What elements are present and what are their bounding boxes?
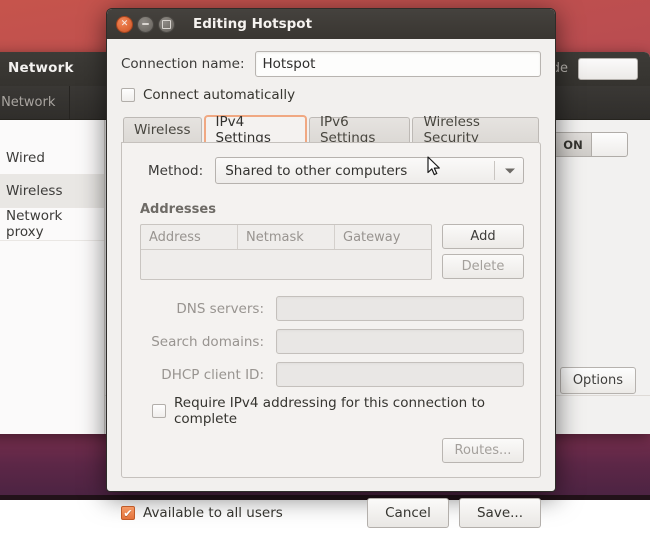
tab-ipv6-settings[interactable]: IPv6 Settings	[309, 117, 410, 142]
addresses-buttons: Add Delete	[442, 224, 524, 280]
wireless-power-toggle-on-label: ON	[555, 133, 592, 156]
network-sidebar: Wired Wireless Network proxy	[0, 120, 105, 434]
connection-name-row: Connection name:	[121, 51, 541, 77]
addresses-table[interactable]: Address Netmask Gateway	[140, 224, 432, 280]
routes-button-wrap: Routes...	[138, 438, 524, 463]
require-ipv4-checkbox[interactable]	[152, 404, 166, 418]
cancel-button[interactable]: Cancel	[367, 498, 449, 528]
require-ipv4-row[interactable]: Require IPv4 addressing for this connect…	[152, 395, 524, 427]
options-button[interactable]: Options	[560, 367, 636, 394]
maximize-icon[interactable]	[158, 16, 175, 33]
ipv4-settings-panel: Method: Shared to other computers Addres…	[121, 142, 541, 478]
column-header-gateway: Gateway	[335, 225, 431, 249]
method-label: Method:	[148, 163, 203, 179]
addresses-section-title: Addresses	[140, 202, 524, 217]
add-address-button[interactable]: Add	[442, 224, 524, 249]
dns-servers-input[interactable]	[276, 296, 524, 321]
dhcp-client-id-input[interactable]	[276, 362, 524, 387]
sidebar-item-wireless[interactable]: Wireless	[0, 175, 104, 208]
addresses-area: Address Netmask Gateway Add Delete	[138, 224, 524, 280]
connect-automatically-label: Connect automatically	[143, 87, 295, 103]
method-dropdown-value: Shared to other computers	[225, 163, 407, 179]
sidebar-item-wireless-label: Wireless	[6, 183, 63, 199]
tab-wireless[interactable]: Wireless	[123, 117, 202, 142]
available-to-all-users-row[interactable]: Available to all users	[121, 505, 283, 521]
dhcp-client-id-row: DHCP client ID:	[138, 362, 524, 387]
connect-automatically-row[interactable]: Connect automatically	[121, 87, 541, 103]
connection-name-label: Connection name:	[121, 56, 245, 72]
connect-automatically-checkbox[interactable]	[121, 88, 135, 102]
sidebar-item-wired[interactable]: Wired	[0, 142, 104, 175]
close-icon[interactable]: ✕	[116, 16, 133, 33]
tab-wireless-security[interactable]: Wireless Security	[412, 117, 539, 142]
method-dropdown[interactable]: Shared to other computers	[215, 157, 524, 184]
routes-button[interactable]: Routes...	[442, 438, 524, 463]
editing-hotspot-dialog[interactable]: ✕ Editing Hotspot Connection name: Conne…	[106, 8, 556, 492]
mode-switch[interactable]	[578, 58, 638, 80]
chevron-down-icon	[505, 168, 515, 173]
dns-servers-label: DNS servers:	[138, 301, 276, 317]
delete-address-button[interactable]: Delete	[442, 254, 524, 279]
dialog-titlebar[interactable]: ✕ Editing Hotspot	[107, 9, 555, 39]
dns-servers-row: DNS servers:	[138, 296, 524, 321]
addresses-table-header: Address Netmask Gateway	[141, 225, 431, 250]
tab-ipv4-settings[interactable]: IPv4 Settings	[204, 115, 307, 142]
wireless-power-toggle[interactable]: ON	[554, 132, 628, 157]
dialog-tabstrip: Wireless IPv4 Settings IPv6 Settings Wir…	[121, 115, 541, 142]
sidebar-item-network-proxy-label: Network proxy	[6, 208, 104, 240]
addresses-table-body[interactable]	[141, 250, 431, 279]
save-button[interactable]: Save...	[459, 498, 541, 528]
sidebar-item-network-proxy[interactable]: Network proxy	[0, 208, 104, 241]
search-domains-row: Search domains:	[138, 329, 524, 354]
connection-name-input[interactable]	[255, 51, 541, 77]
dialog-title: Editing Hotspot	[193, 16, 312, 32]
search-domains-input[interactable]	[276, 329, 524, 354]
available-to-all-users-label: Available to all users	[143, 505, 283, 521]
require-ipv4-label: Require IPv4 addressing for this connect…	[174, 395, 524, 427]
dropdown-separator	[494, 161, 495, 180]
method-row: Method: Shared to other computers	[138, 157, 524, 184]
sidebar-item-wired-label: Wired	[6, 150, 45, 166]
mouse-cursor	[427, 156, 443, 178]
available-to-all-users-checkbox[interactable]	[121, 506, 135, 520]
dhcp-client-id-label: DHCP client ID:	[138, 367, 276, 383]
column-header-address: Address	[141, 225, 238, 249]
column-header-netmask: Netmask	[238, 225, 335, 249]
network-window-title: Network	[8, 60, 74, 76]
dialog-footer: Available to all users Cancel Save...	[107, 490, 555, 536]
search-domains-label: Search domains:	[138, 334, 276, 350]
minimize-icon[interactable]	[137, 16, 154, 33]
dialog-body: Connection name: Connect automatically W…	[107, 39, 555, 490]
network-toolbar-tab-network[interactable]: Network	[0, 86, 70, 119]
